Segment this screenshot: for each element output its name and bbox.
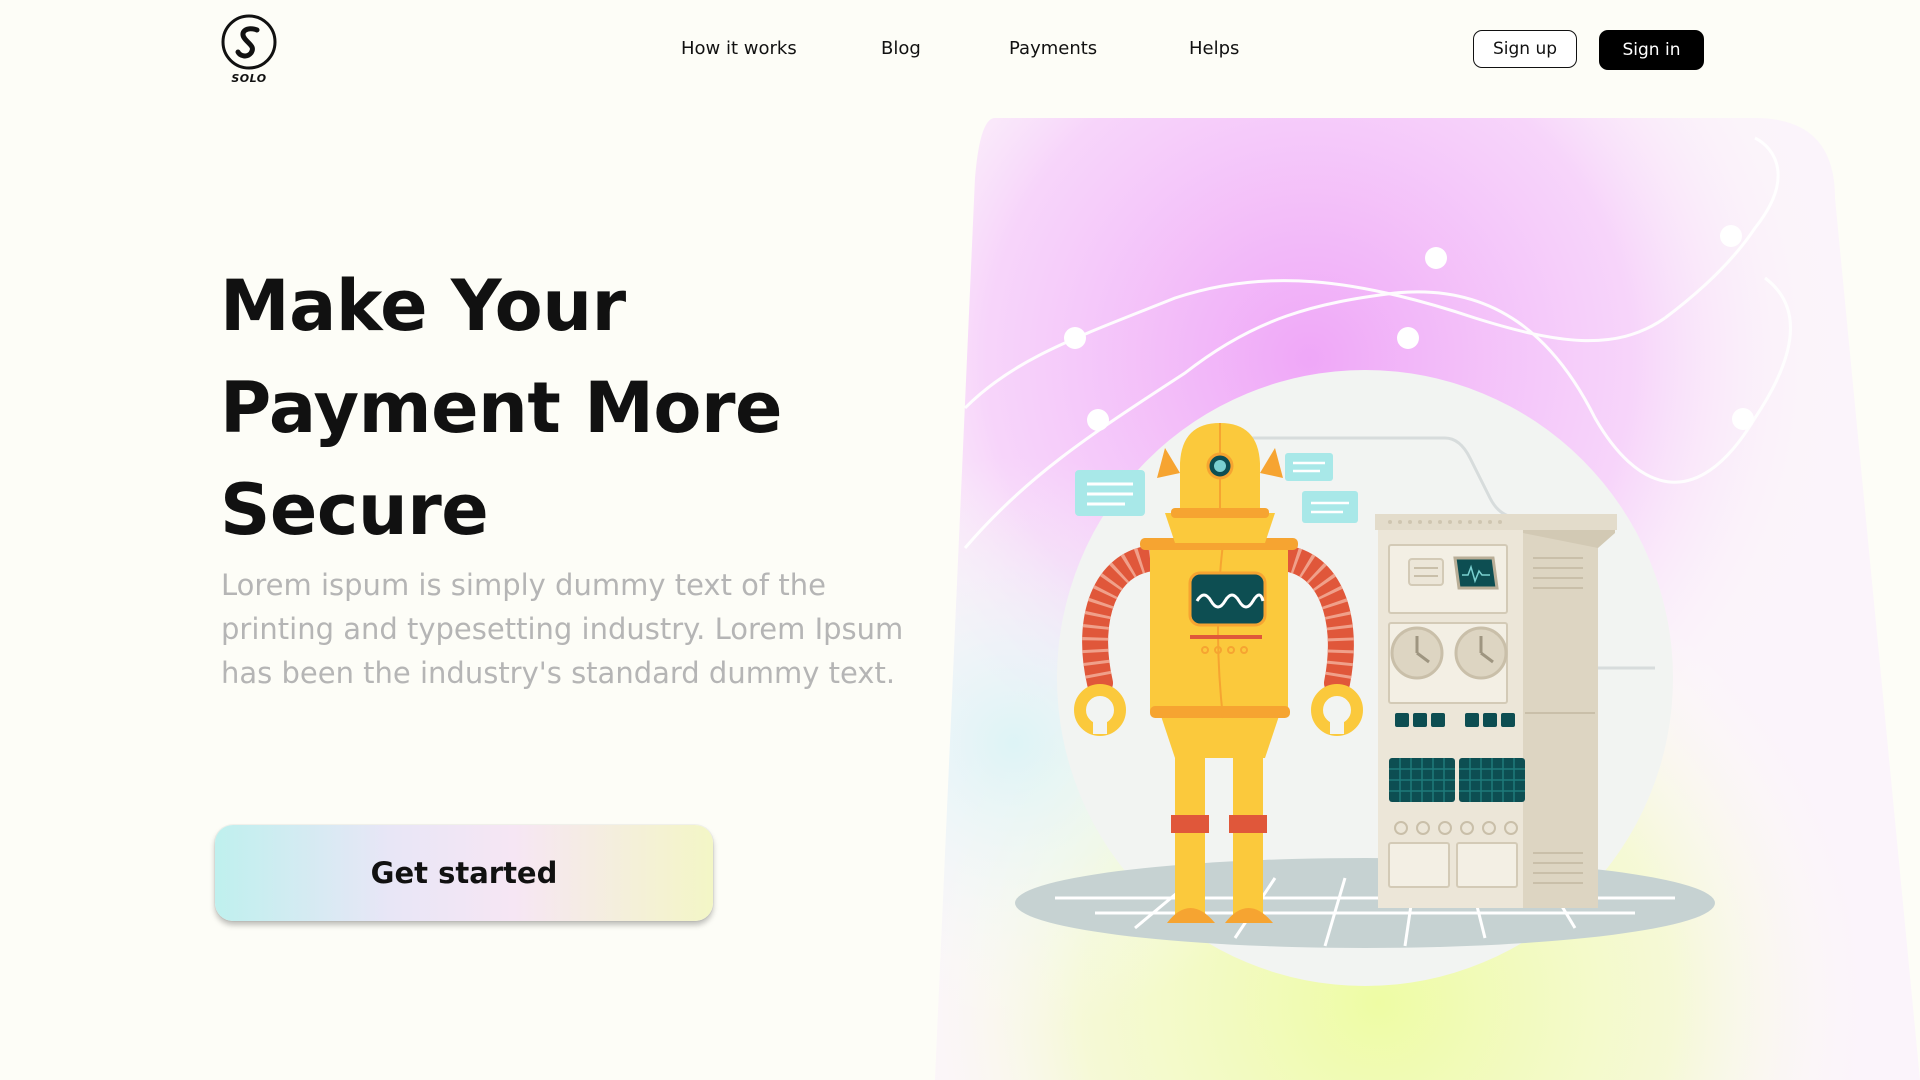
nav-helps[interactable]: Helps	[1189, 38, 1239, 59]
get-started-button[interactable]: Get started	[215, 825, 713, 921]
headline-line-1: Make Your	[220, 265, 626, 347]
brand-name: SOLO	[231, 72, 267, 85]
nav-payments[interactable]: Payments	[1009, 38, 1097, 59]
hero-illustration	[935, 118, 1920, 1080]
headline-line-3: Secure	[220, 469, 489, 551]
headline-line-2: Payment More	[220, 367, 782, 449]
nav-blog[interactable]: Blog	[881, 38, 921, 59]
sign-up-button[interactable]: Sign up	[1473, 30, 1577, 68]
server-machine	[1375, 514, 1617, 908]
sign-in-button[interactable]: Sign in	[1599, 30, 1704, 70]
robot-illustration	[935, 118, 1920, 1080]
floor-platform	[1015, 858, 1715, 948]
hero-subtext: Lorem ispum is simply dummy text of the …	[221, 568, 904, 690]
hero-headline: Make Your Payment More Secure	[220, 255, 940, 561]
nav-how-it-works[interactable]: How it works	[681, 38, 797, 59]
